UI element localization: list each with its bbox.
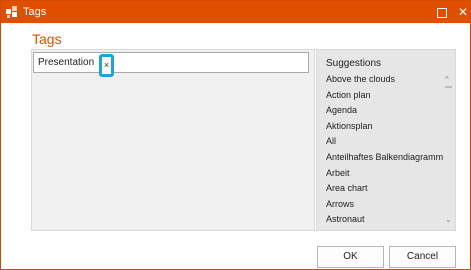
scroll-up-icon[interactable]: ^ [445, 75, 449, 84]
tag-chip-label: Presentation [38, 57, 95, 68]
suggestions-panel: Suggestions Above the clouds Action plan… [316, 49, 456, 231]
window-title: Tags [23, 6, 47, 18]
suggestion-item[interactable]: Anteilhaftes Balkendiagramm [326, 150, 443, 166]
ok-button[interactable]: OK [317, 246, 384, 268]
suggestion-item[interactable]: Area chart [326, 181, 443, 197]
maximize-icon [437, 7, 447, 18]
suggestion-item[interactable]: Action plan [326, 88, 443, 104]
suggestion-item[interactable]: Arrows [326, 197, 443, 213]
dialog-heading: Tags [32, 31, 62, 47]
close-button[interactable]: ✕ [452, 1, 471, 23]
scroll-down-icon[interactable]: ⌄ [445, 215, 452, 224]
suggestion-item[interactable]: Astronaut [326, 212, 443, 228]
maximize-button[interactable] [431, 1, 453, 23]
suggestion-item[interactable]: Arbeit [326, 166, 443, 182]
cancel-button[interactable]: Cancel [389, 246, 456, 268]
title-bar[interactable]: Tags ✕ [1, 1, 470, 23]
scrollbar-thumb[interactable] [445, 86, 452, 88]
tags-dialog: Tags ✕ Tags Presentation × Suggestions A… [0, 0, 471, 270]
suggestion-item[interactable]: Agenda [326, 103, 443, 119]
suggestions-list: Above the clouds Action plan Agenda Akti… [326, 72, 443, 228]
tag-remove-button[interactable]: × [99, 54, 114, 77]
suggestion-item[interactable]: Above the clouds [326, 72, 443, 88]
tag-chip: Presentation × [38, 54, 114, 77]
suggestion-item[interactable]: Aktionsplan [326, 119, 443, 135]
suggestions-title: Suggestions [326, 58, 382, 69]
close-icon: ✕ [457, 5, 469, 19]
tags-input[interactable]: Presentation × [33, 52, 309, 77]
tags-area [31, 49, 315, 231]
tags-app-icon [5, 5, 19, 19]
suggestion-item[interactable]: All [326, 134, 443, 150]
